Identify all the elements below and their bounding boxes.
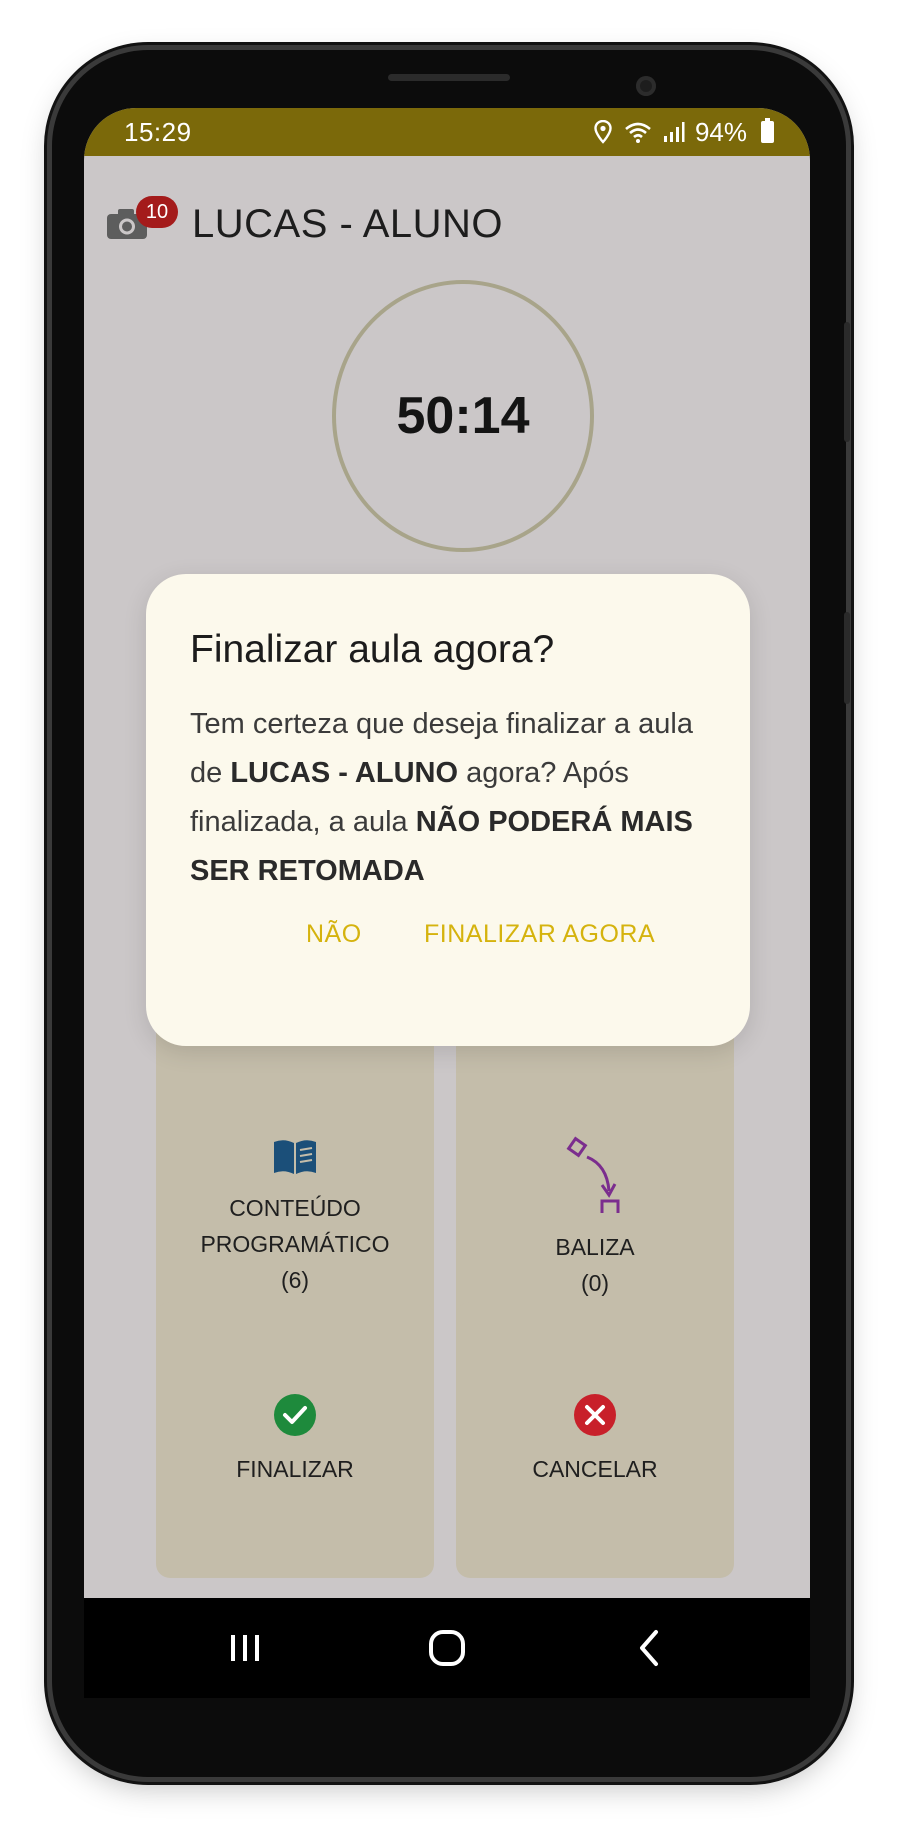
- front-camera: [636, 76, 656, 96]
- dialog-message: Tem certeza que deseja finalizar a aula …: [190, 700, 720, 896]
- dialog-title: Finalizar aula agora?: [190, 628, 555, 671]
- battery-icon: [761, 118, 774, 143]
- earpiece-speaker: [388, 74, 510, 81]
- dialog-student-name: LUCAS - ALUNO: [230, 757, 459, 789]
- battery-percent: 94%: [694, 116, 747, 147]
- check-circle-icon: [274, 1394, 316, 1436]
- tile-label: BALIZA: [555, 1234, 635, 1260]
- tile-label: FINALIZAR: [236, 1456, 354, 1482]
- back-button[interactable]: [619, 1618, 679, 1678]
- parking-maneuver-icon: [566, 1136, 620, 1213]
- status-bar: 15:29 94%: [84, 108, 810, 156]
- tile-label-line2: PROGRAMÁTICO: [200, 1231, 390, 1257]
- timer-value: 50:14: [396, 387, 530, 445]
- confirm-finish-dialog: Finalizar aula agora? Tem certeza que de…: [146, 574, 750, 1046]
- tile-label-line1: CONTEÚDO: [229, 1195, 361, 1221]
- finalizar-button[interactable]: FINALIZAR: [156, 1302, 434, 1578]
- tile-label: CANCELAR: [532, 1456, 658, 1482]
- recent-apps-button[interactable]: [215, 1618, 275, 1678]
- power-button: [844, 612, 850, 704]
- app-bar: 10 LUCAS - ALUNO: [84, 156, 810, 276]
- dialog-cancel-button[interactable]: NÃO: [306, 920, 362, 949]
- recent-apps-icon: [231, 1635, 259, 1661]
- lesson-timer: 50:14: [332, 280, 594, 552]
- close-circle-icon: [574, 1394, 616, 1436]
- screen: 15:29 94% 10 LUCAS - ALUNO 50:14 CONTEÚD…: [84, 108, 810, 1698]
- status-time: 15:29: [124, 116, 192, 147]
- dialog-confirm-button[interactable]: FINALIZAR AGORA: [424, 920, 655, 949]
- status-icons: 94%: [593, 117, 774, 148]
- tile-count: (0): [580, 1270, 610, 1296]
- back-icon: [640, 1630, 658, 1666]
- book-icon: [274, 1140, 316, 1174]
- cancelar-button[interactable]: CANCELAR: [456, 1302, 734, 1578]
- volume-button: [844, 322, 850, 442]
- location-icon: [594, 120, 612, 144]
- system-navigation-bar: [84, 1598, 810, 1698]
- camera-count-badge: 10: [136, 196, 178, 228]
- tile-count: (6): [280, 1267, 310, 1293]
- page-title: LUCAS - ALUNO: [192, 202, 504, 246]
- home-icon: [429, 1630, 465, 1666]
- signal-icon: [663, 122, 685, 142]
- wifi-icon: [625, 122, 651, 143]
- home-button[interactable]: [417, 1618, 477, 1678]
